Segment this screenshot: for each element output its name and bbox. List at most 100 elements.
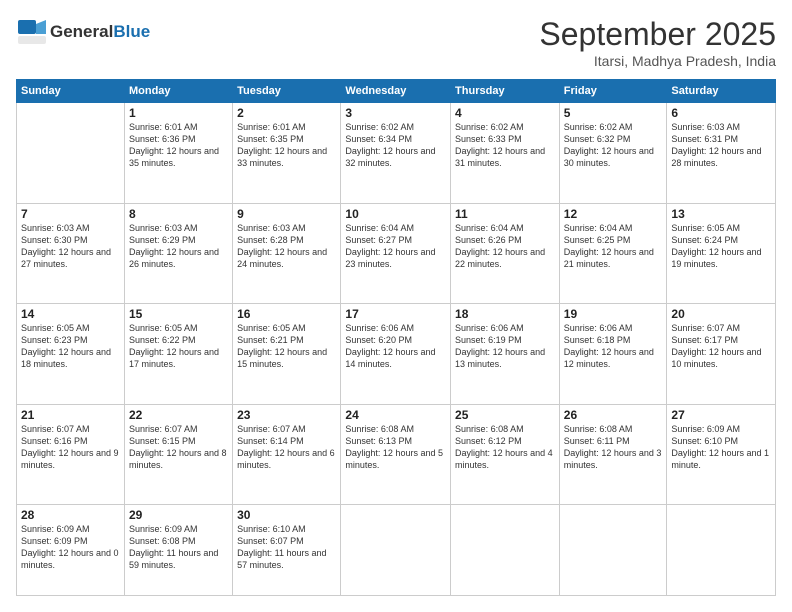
day-number: 10 xyxy=(345,207,446,221)
calendar-cell: 27Sunrise: 6:09 AM Sunset: 6:10 PM Dayli… xyxy=(667,404,776,505)
day-number: 11 xyxy=(455,207,555,221)
calendar-cell: 8Sunrise: 6:03 AM Sunset: 6:29 PM Daylig… xyxy=(124,203,232,304)
calendar-cell: 22Sunrise: 6:07 AM Sunset: 6:15 PM Dayli… xyxy=(124,404,232,505)
day-info: Sunrise: 6:05 AM Sunset: 6:24 PM Dayligh… xyxy=(671,222,771,271)
day-number: 6 xyxy=(671,106,771,120)
calendar-cell: 18Sunrise: 6:06 AM Sunset: 6:19 PM Dayli… xyxy=(451,304,560,405)
day-number: 18 xyxy=(455,307,555,321)
calendar-cell xyxy=(451,505,560,596)
day-number: 1 xyxy=(129,106,228,120)
day-number: 8 xyxy=(129,207,228,221)
logo: GeneralBlue xyxy=(16,16,150,48)
day-number: 25 xyxy=(455,408,555,422)
day-info: Sunrise: 6:07 AM Sunset: 6:15 PM Dayligh… xyxy=(129,423,228,472)
logo-general: General xyxy=(50,22,113,41)
calendar-cell: 21Sunrise: 6:07 AM Sunset: 6:16 PM Dayli… xyxy=(17,404,125,505)
day-info: Sunrise: 6:02 AM Sunset: 6:33 PM Dayligh… xyxy=(455,121,555,170)
day-info: Sunrise: 6:06 AM Sunset: 6:18 PM Dayligh… xyxy=(564,322,663,371)
column-header-tuesday: Tuesday xyxy=(233,80,341,103)
column-header-sunday: Sunday xyxy=(17,80,125,103)
calendar-cell: 26Sunrise: 6:08 AM Sunset: 6:11 PM Dayli… xyxy=(559,404,667,505)
title-section: September 2025 Itarsi, Madhya Pradesh, I… xyxy=(539,16,776,69)
day-info: Sunrise: 6:09 AM Sunset: 6:09 PM Dayligh… xyxy=(21,523,120,572)
day-number: 26 xyxy=(564,408,663,422)
day-number: 4 xyxy=(455,106,555,120)
day-info: Sunrise: 6:01 AM Sunset: 6:35 PM Dayligh… xyxy=(237,121,336,170)
day-number: 20 xyxy=(671,307,771,321)
calendar-cell: 4Sunrise: 6:02 AM Sunset: 6:33 PM Daylig… xyxy=(451,103,560,204)
day-number: 17 xyxy=(345,307,446,321)
day-info: Sunrise: 6:02 AM Sunset: 6:34 PM Dayligh… xyxy=(345,121,446,170)
week-row-2: 7Sunrise: 6:03 AM Sunset: 6:30 PM Daylig… xyxy=(17,203,776,304)
calendar-cell: 10Sunrise: 6:04 AM Sunset: 6:27 PM Dayli… xyxy=(341,203,451,304)
column-header-monday: Monday xyxy=(124,80,232,103)
day-info: Sunrise: 6:05 AM Sunset: 6:21 PM Dayligh… xyxy=(237,322,336,371)
day-info: Sunrise: 6:07 AM Sunset: 6:16 PM Dayligh… xyxy=(21,423,120,472)
calendar-cell: 6Sunrise: 6:03 AM Sunset: 6:31 PM Daylig… xyxy=(667,103,776,204)
day-number: 22 xyxy=(129,408,228,422)
calendar-table: SundayMondayTuesdayWednesdayThursdayFrid… xyxy=(16,79,776,596)
week-row-3: 14Sunrise: 6:05 AM Sunset: 6:23 PM Dayli… xyxy=(17,304,776,405)
day-info: Sunrise: 6:04 AM Sunset: 6:27 PM Dayligh… xyxy=(345,222,446,271)
day-info: Sunrise: 6:09 AM Sunset: 6:10 PM Dayligh… xyxy=(671,423,771,472)
column-header-wednesday: Wednesday xyxy=(341,80,451,103)
calendar-header-row: SundayMondayTuesdayWednesdayThursdayFrid… xyxy=(17,80,776,103)
calendar-cell: 24Sunrise: 6:08 AM Sunset: 6:13 PM Dayli… xyxy=(341,404,451,505)
calendar-cell: 16Sunrise: 6:05 AM Sunset: 6:21 PM Dayli… xyxy=(233,304,341,405)
day-number: 24 xyxy=(345,408,446,422)
day-number: 16 xyxy=(237,307,336,321)
calendar-cell: 12Sunrise: 6:04 AM Sunset: 6:25 PM Dayli… xyxy=(559,203,667,304)
calendar-cell: 7Sunrise: 6:03 AM Sunset: 6:30 PM Daylig… xyxy=(17,203,125,304)
day-number: 7 xyxy=(21,207,120,221)
calendar-cell: 9Sunrise: 6:03 AM Sunset: 6:28 PM Daylig… xyxy=(233,203,341,304)
location: Itarsi, Madhya Pradesh, India xyxy=(539,53,776,69)
calendar-cell: 14Sunrise: 6:05 AM Sunset: 6:23 PM Dayli… xyxy=(17,304,125,405)
day-info: Sunrise: 6:05 AM Sunset: 6:22 PM Dayligh… xyxy=(129,322,228,371)
calendar-cell: 1Sunrise: 6:01 AM Sunset: 6:36 PM Daylig… xyxy=(124,103,232,204)
column-header-friday: Friday xyxy=(559,80,667,103)
calendar-cell: 11Sunrise: 6:04 AM Sunset: 6:26 PM Dayli… xyxy=(451,203,560,304)
day-info: Sunrise: 6:06 AM Sunset: 6:19 PM Dayligh… xyxy=(455,322,555,371)
day-info: Sunrise: 6:08 AM Sunset: 6:11 PM Dayligh… xyxy=(564,423,663,472)
day-number: 9 xyxy=(237,207,336,221)
day-info: Sunrise: 6:03 AM Sunset: 6:31 PM Dayligh… xyxy=(671,121,771,170)
calendar-cell: 28Sunrise: 6:09 AM Sunset: 6:09 PM Dayli… xyxy=(17,505,125,596)
day-info: Sunrise: 6:03 AM Sunset: 6:30 PM Dayligh… xyxy=(21,222,120,271)
week-row-4: 21Sunrise: 6:07 AM Sunset: 6:16 PM Dayli… xyxy=(17,404,776,505)
day-info: Sunrise: 6:02 AM Sunset: 6:32 PM Dayligh… xyxy=(564,121,663,170)
day-info: Sunrise: 6:09 AM Sunset: 6:08 PM Dayligh… xyxy=(129,523,228,572)
calendar-cell: 3Sunrise: 6:02 AM Sunset: 6:34 PM Daylig… xyxy=(341,103,451,204)
day-number: 30 xyxy=(237,508,336,522)
day-number: 23 xyxy=(237,408,336,422)
week-row-5: 28Sunrise: 6:09 AM Sunset: 6:09 PM Dayli… xyxy=(17,505,776,596)
day-info: Sunrise: 6:01 AM Sunset: 6:36 PM Dayligh… xyxy=(129,121,228,170)
day-number: 12 xyxy=(564,207,663,221)
day-info: Sunrise: 6:07 AM Sunset: 6:17 PM Dayligh… xyxy=(671,322,771,371)
day-number: 28 xyxy=(21,508,120,522)
day-number: 3 xyxy=(345,106,446,120)
calendar-cell: 2Sunrise: 6:01 AM Sunset: 6:35 PM Daylig… xyxy=(233,103,341,204)
day-number: 21 xyxy=(21,408,120,422)
day-info: Sunrise: 6:06 AM Sunset: 6:20 PM Dayligh… xyxy=(345,322,446,371)
logo-icon xyxy=(16,16,48,48)
logo-blue: Blue xyxy=(113,22,150,41)
header: GeneralBlue September 2025 Itarsi, Madhy… xyxy=(16,16,776,69)
day-info: Sunrise: 6:03 AM Sunset: 6:29 PM Dayligh… xyxy=(129,222,228,271)
calendar-cell: 29Sunrise: 6:09 AM Sunset: 6:08 PM Dayli… xyxy=(124,505,232,596)
day-info: Sunrise: 6:04 AM Sunset: 6:25 PM Dayligh… xyxy=(564,222,663,271)
calendar-cell: 19Sunrise: 6:06 AM Sunset: 6:18 PM Dayli… xyxy=(559,304,667,405)
day-info: Sunrise: 6:03 AM Sunset: 6:28 PM Dayligh… xyxy=(237,222,336,271)
day-number: 15 xyxy=(129,307,228,321)
day-info: Sunrise: 6:04 AM Sunset: 6:26 PM Dayligh… xyxy=(455,222,555,271)
calendar-cell xyxy=(17,103,125,204)
day-number: 13 xyxy=(671,207,771,221)
calendar-cell: 5Sunrise: 6:02 AM Sunset: 6:32 PM Daylig… xyxy=(559,103,667,204)
day-info: Sunrise: 6:08 AM Sunset: 6:12 PM Dayligh… xyxy=(455,423,555,472)
calendar-cell: 23Sunrise: 6:07 AM Sunset: 6:14 PM Dayli… xyxy=(233,404,341,505)
week-row-1: 1Sunrise: 6:01 AM Sunset: 6:36 PM Daylig… xyxy=(17,103,776,204)
calendar-cell: 25Sunrise: 6:08 AM Sunset: 6:12 PM Dayli… xyxy=(451,404,560,505)
day-number: 14 xyxy=(21,307,120,321)
page: GeneralBlue September 2025 Itarsi, Madhy… xyxy=(0,0,792,612)
day-number: 27 xyxy=(671,408,771,422)
column-header-thursday: Thursday xyxy=(451,80,560,103)
